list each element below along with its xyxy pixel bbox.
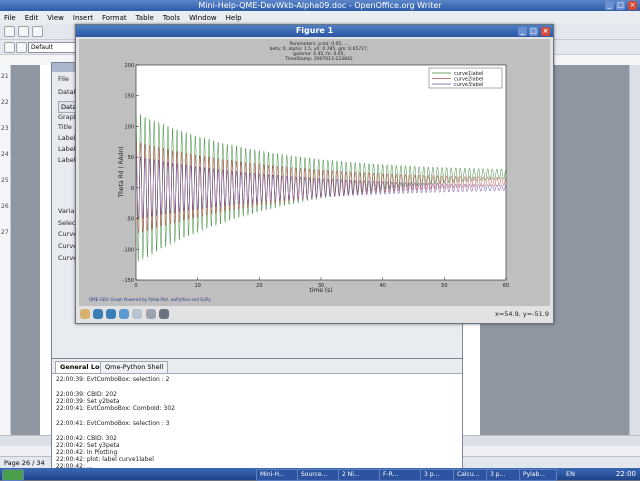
y-tick-label: 200 xyxy=(124,63,134,69)
log-line: 22:00:42: plot: label curve1label xyxy=(56,456,154,463)
zoom-icon[interactable] xyxy=(132,309,142,319)
cursor-coordinates: x=54.9, y=-51.9 xyxy=(494,310,549,318)
x-tick-label: 0 xyxy=(134,283,137,289)
maximize-icon[interactable]: □ xyxy=(529,27,538,36)
log-line: 22:00:42: In Plotting xyxy=(56,449,118,456)
taskbar: Mini-H... Source... 2 Ni... F-R... 3 p..… xyxy=(0,468,640,481)
y-tick-label: 0 xyxy=(131,186,134,192)
log-line: 22:00:39: EvtComboBox: selection : 2 xyxy=(56,376,170,383)
dialog-label-1: Label xyxy=(58,134,76,142)
x-tick-label: 40 xyxy=(379,283,385,289)
language-indicator[interactable]: EN xyxy=(566,470,575,478)
clock: 22:00 xyxy=(615,470,636,478)
dialog-title-label: Title xyxy=(58,123,72,131)
x-axis-label: time (s) xyxy=(309,287,332,294)
ruler-number: 23 xyxy=(1,125,9,132)
minimize-icon[interactable]: _ xyxy=(518,27,527,36)
x-tick-label: 10 xyxy=(194,283,200,289)
tab-python-shell[interactable]: Qme-Python Shell xyxy=(100,361,169,374)
log-panel: General Log Qme-Python Shell 22:00:39: E… xyxy=(51,358,463,472)
log-line: 22:00:42: Set y3peta xyxy=(56,442,120,449)
writer-title-bar: Mini-Help-QME-DevWkb-Alpha09.doc - OpenO… xyxy=(0,0,640,11)
y-tick-label: 150 xyxy=(124,94,134,100)
writer-title: Mini-Help-QME-DevWkb-Alpha09.doc - OpenO… xyxy=(198,1,442,10)
save-icon[interactable] xyxy=(32,26,43,37)
log-line: 22:00:42: CBID: 302 xyxy=(56,435,117,442)
figure-window: Figure 1 _ □ × Parameters: p.tol: 0.05, … xyxy=(75,24,554,324)
vertical-scrollbar[interactable] xyxy=(629,65,640,435)
y-tick-label: 50 xyxy=(128,155,134,161)
page-indicator: Page 26 / 34 xyxy=(4,459,45,467)
x-tick-label: 60 xyxy=(503,283,509,289)
ruler-number: 21 xyxy=(1,73,9,80)
chart-footer: QME-GEV: Graph Powered by Pylab Plot, wx… xyxy=(89,297,211,302)
close-icon[interactable]: × xyxy=(628,1,637,10)
y-tick-label: -150 xyxy=(123,278,134,284)
close-icon[interactable]: × xyxy=(541,27,550,36)
y-tick-label: -50 xyxy=(126,217,134,223)
menu-help[interactable]: Help xyxy=(226,12,242,24)
taskbar-item[interactable]: F-R... xyxy=(379,469,425,481)
chart-header: Parameters: p.tol: 0.05, ... beta: 0, al… xyxy=(270,41,369,62)
menu-view[interactable]: View xyxy=(47,12,64,24)
chart-header-line: TimeStamp: 2007013-223842 xyxy=(284,56,353,62)
figure-canvas: Parameters: p.tol: 0.05, ... beta: 0, al… xyxy=(79,39,550,306)
styles-icon[interactable] xyxy=(4,42,15,53)
menu-table[interactable]: Table xyxy=(136,12,154,24)
log-line: 22:00:41: EvtComboBox: selection : 3 xyxy=(56,420,170,427)
save-figure-icon[interactable] xyxy=(159,309,169,319)
back-icon[interactable] xyxy=(93,309,103,319)
dialog-label-2: Label xyxy=(58,145,76,153)
dialog-menu-file[interactable]: File xyxy=(58,75,69,83)
log-line: 22:00:39: CBID: 202 xyxy=(56,391,117,398)
menu-format[interactable]: Format xyxy=(102,12,127,24)
ruler-number: 26 xyxy=(1,203,9,210)
ruler-number: 27 xyxy=(1,229,9,236)
taskbar-item[interactable]: Mini-H... xyxy=(256,469,302,481)
subplots-icon[interactable] xyxy=(146,309,156,319)
taskbar-item[interactable]: Source... xyxy=(297,469,343,481)
ruler-number: 22 xyxy=(1,99,9,106)
new-document-icon[interactable] xyxy=(4,26,15,37)
minimize-icon[interactable]: _ xyxy=(605,1,614,10)
log-line: 22:00:39: Set y2beta xyxy=(56,398,120,405)
legend-label: curve3label xyxy=(454,82,483,88)
figure-title-bar: Figure 1 _ □ × xyxy=(76,25,553,37)
taskbar-item[interactable]: 2 Ni... xyxy=(338,469,384,481)
menu-insert[interactable]: Insert xyxy=(73,12,93,24)
legend: curve1label curve2label curve3label xyxy=(428,67,503,89)
pan-icon[interactable] xyxy=(119,309,129,319)
menu-window[interactable]: Window xyxy=(189,12,217,24)
dialog-variable-label: Varia xyxy=(58,207,75,215)
figure-toolbar: x=54.9, y=-51.9 xyxy=(76,308,553,322)
figure-title: Figure 1 xyxy=(295,26,334,35)
open-icon[interactable] xyxy=(18,26,29,37)
dialog-select-label: Selec xyxy=(58,219,76,227)
maximize-icon[interactable]: □ xyxy=(616,1,625,10)
y-axis-label: Theta Rd ( RAdn) xyxy=(118,146,125,198)
forward-icon[interactable] xyxy=(106,309,116,319)
start-button-icon[interactable] xyxy=(2,469,24,481)
vertical-ruler: 21 22 23 24 25 26 27 xyxy=(0,65,11,435)
taskbar-item[interactable]: Pylab... xyxy=(519,469,557,481)
y-tick-label: 100 xyxy=(124,124,134,130)
log-line: 22:00:41: EvtComboBox: ComboId: 302 xyxy=(56,405,175,412)
menu-file[interactable]: File xyxy=(4,12,16,24)
x-tick-label: 50 xyxy=(441,283,447,289)
menu-bar: File Edit View Insert Format Table Tools… xyxy=(0,12,640,24)
menu-edit[interactable]: Edit xyxy=(25,12,39,24)
menu-tools[interactable]: Tools xyxy=(163,12,180,24)
x-tick-label: 20 xyxy=(256,283,262,289)
apply-style-icon[interactable] xyxy=(16,42,27,53)
dialog-label-3: Label xyxy=(58,156,76,164)
log-tabs: General Log Qme-Python Shell xyxy=(52,359,462,374)
ruler-number: 25 xyxy=(1,177,9,184)
home-icon[interactable] xyxy=(80,309,90,319)
chart-svg: Parameters: p.tol: 0.05, ... beta: 0, al… xyxy=(89,41,509,302)
ruler-number: 24 xyxy=(1,151,9,158)
y-tick-label: -100 xyxy=(123,247,134,253)
